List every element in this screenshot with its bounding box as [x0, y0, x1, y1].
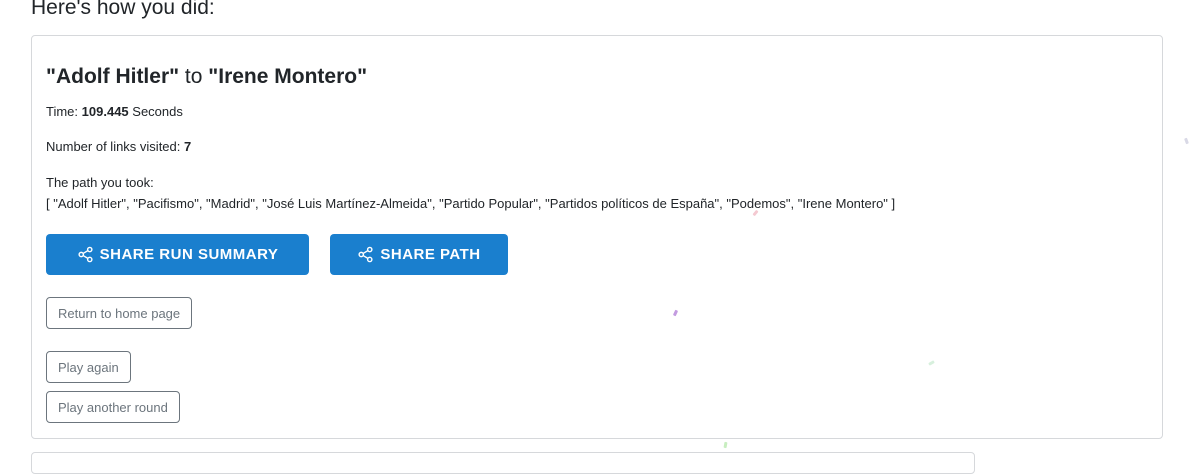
- path-label: The path you took:: [46, 175, 154, 190]
- time-unit: Seconds: [132, 104, 183, 119]
- start-article: "Adolf Hitler": [46, 65, 180, 88]
- run-title: "Adolf Hitler" to "Irene Montero": [46, 65, 367, 89]
- share-icon: [357, 246, 374, 263]
- share-icon: [77, 246, 94, 263]
- confetti-piece: [1184, 137, 1189, 145]
- play-another-round-button[interactable]: Play another round: [46, 391, 180, 423]
- play-again-button[interactable]: Play again: [46, 351, 131, 383]
- links-line: Number of links visited: 7: [46, 139, 191, 154]
- next-card: [31, 452, 975, 474]
- time-line: Time: 109.445 Seconds: [46, 104, 183, 119]
- result-card: "Adolf Hitler" to "Irene Montero" Time: …: [31, 35, 1163, 439]
- share-run-summary-button[interactable]: SHARE RUN SUMMARY: [46, 234, 309, 275]
- path-value: [ "Adolf Hitler", "Pacifismo", "Madrid",…: [46, 196, 896, 211]
- share-path-button[interactable]: SHARE PATH: [330, 234, 508, 275]
- time-value: 109.445: [81, 104, 129, 119]
- links-value: 7: [184, 139, 192, 154]
- time-label: Time:: [46, 104, 79, 119]
- title-to-word: to: [184, 65, 203, 88]
- return-home-button[interactable]: Return to home page: [46, 297, 193, 329]
- page-heading: Here's how you did:: [31, 0, 215, 19]
- links-label: Number of links visited:: [46, 139, 181, 154]
- target-article: "Irene Montero": [208, 65, 368, 88]
- share-path-label: SHARE PATH: [380, 246, 481, 263]
- confetti-piece: [723, 441, 728, 449]
- share-run-summary-label: SHARE RUN SUMMARY: [99, 246, 279, 263]
